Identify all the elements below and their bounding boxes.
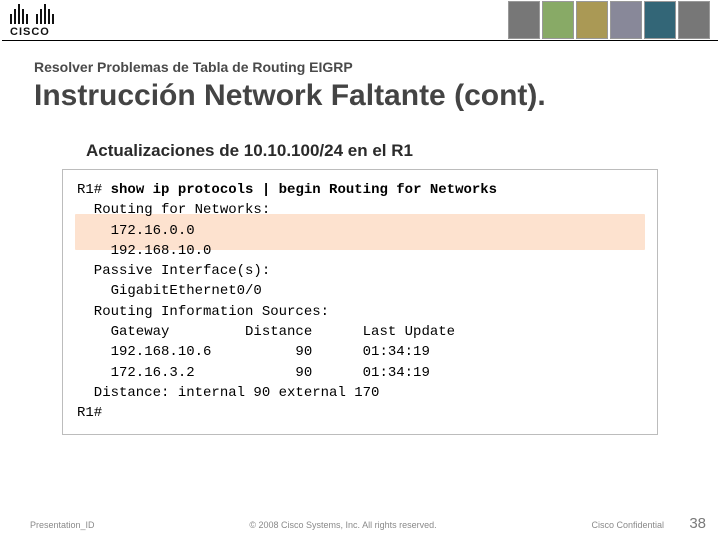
terminal-line: 172.16.0.0: [77, 221, 643, 241]
footer-center: © 2008 Cisco Systems, Inc. All rights re…: [95, 520, 592, 530]
slide-kicker: Resolver Problemas de Tabla de Routing E…: [34, 59, 686, 75]
terminal-line-prompt: R1# show ip protocols | begin Routing fo…: [77, 180, 643, 200]
terminal-line: R1#: [77, 403, 643, 423]
slide-content: Resolver Problemas de Tabla de Routing E…: [0, 41, 720, 435]
header-people-strip: [508, 1, 710, 39]
terminal-frame: R1# show ip protocols | begin Routing fo…: [62, 169, 658, 435]
terminal-output: R1# show ip protocols | begin Routing fo…: [63, 170, 657, 434]
terminal-line: 172.16.3.2 90 01:34:19: [77, 363, 643, 383]
cisco-logo: CISCO: [10, 2, 54, 38]
terminal-line: Gateway Distance Last Update: [77, 322, 643, 342]
top-bar: CISCO: [0, 0, 720, 40]
slide-title: Instrucción Network Faltante (cont).: [34, 79, 686, 113]
slide-subhead: Actualizaciones de 10.10.100/24 en el R1: [86, 141, 686, 161]
cisco-bars-icon: [10, 2, 54, 24]
terminal-line: Distance: internal 90 external 170: [77, 383, 643, 403]
cisco-logo-text: CISCO: [10, 26, 54, 38]
terminal-line: 192.168.10.6 90 01:34:19: [77, 342, 643, 362]
terminal-line: Passive Interface(s):: [77, 261, 643, 281]
page-number: 38: [689, 515, 706, 532]
terminal-line: Routing Information Sources:: [77, 302, 643, 322]
footer: Presentation_ID © 2008 Cisco Systems, In…: [0, 520, 720, 530]
footer-right: Cisco Confidential: [591, 520, 664, 530]
footer-left: Presentation_ID: [30, 520, 95, 530]
terminal-line: GigabitEthernet0/0: [77, 281, 643, 301]
terminal-line: Routing for Networks:: [77, 200, 643, 220]
terminal-line: 192.168.10.0: [77, 241, 643, 261]
